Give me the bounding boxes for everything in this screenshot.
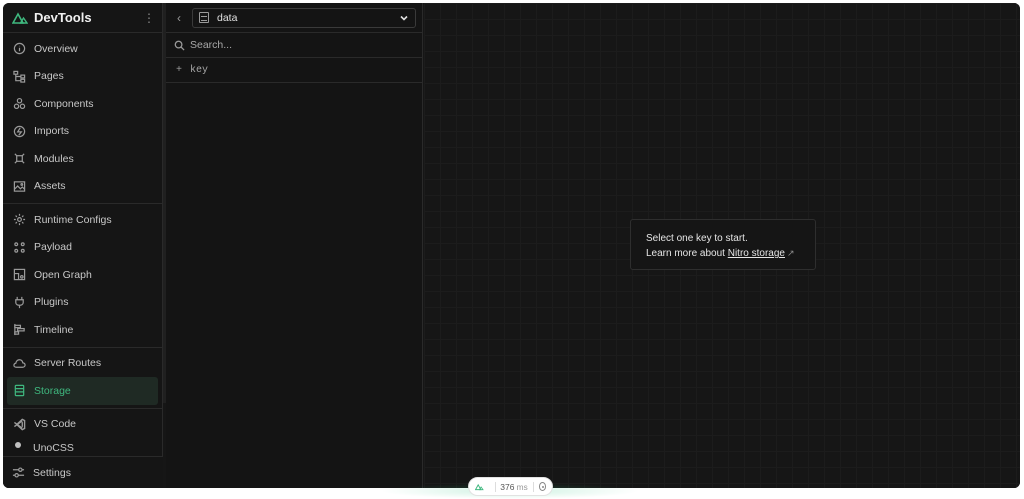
sidebar-item-pages[interactable]: Pages [3, 63, 162, 91]
storage-icon [12, 384, 26, 398]
sidebar-item-vs-code[interactable]: VS Code [3, 411, 162, 439]
empty-state-learn-more: Learn more about Nitro storage ↗ [646, 246, 800, 261]
render-time: 376 [500, 481, 515, 492]
unocss-icon [15, 442, 21, 448]
plus-icon: + [176, 64, 183, 76]
info-icon [12, 42, 26, 56]
chevron-down-icon [399, 13, 409, 23]
empty-state-card: Select one key to start. Learn more abou… [630, 219, 816, 270]
sidebar-item-settings[interactable]: Settings [3, 456, 163, 488]
add-key-button[interactable]: + key [166, 58, 422, 83]
sidebar-group: Overview Pages Components Imports Modules Ass… [3, 33, 162, 204]
sidebar-item-label: Open Graph [34, 268, 92, 281]
main-canvas: Select one key to start. Learn more abou… [424, 3, 1020, 488]
sidebar-item-overview[interactable]: Overview [3, 35, 162, 63]
plug-icon [12, 295, 26, 309]
sidebar-item-unocss[interactable]: UnoCSS [3, 438, 162, 452]
sidebar-item-timeline[interactable]: Timeline [3, 316, 162, 344]
search-input[interactable] [190, 39, 414, 51]
more-menu-icon[interactable]: ⋮ [143, 11, 155, 25]
sidebar-item-label: Pages [34, 70, 64, 83]
sidebar-item-storage[interactable]: Storage [7, 377, 158, 405]
storage-panel: ‹ data + key [166, 3, 423, 488]
sidebar-item-label: Imports [34, 125, 70, 138]
sidebar-item-label: VS Code [34, 418, 77, 431]
sidebar-item-runtime-configs[interactable]: Runtime Configs [3, 206, 162, 234]
storage-select[interactable]: data [192, 7, 416, 28]
nuxt-logo-icon [475, 483, 484, 490]
image-icon [12, 179, 26, 193]
sidebar-item-label: Storage [34, 384, 71, 397]
sidebar-item-label: Components [34, 97, 94, 110]
devtools-window: DevTools ⋮ Overview Pages Components Import… [3, 3, 1020, 488]
sidebar-item-plugins[interactable]: Plugins [3, 289, 162, 317]
components-icon [12, 97, 26, 111]
learn-more-prefix: Learn more about [646, 248, 725, 259]
sidebar-item-server-routes[interactable]: Server Routes [3, 350, 162, 378]
sidebar-item-label: Plugins [34, 296, 69, 309]
sidebar-item-imports[interactable]: Imports [3, 118, 162, 146]
cloud-icon [12, 356, 26, 370]
vscode-icon [12, 417, 26, 431]
nuxt-logo-icon [12, 11, 28, 24]
timeline-icon [12, 323, 26, 337]
sidebar-item-label: Server Routes [34, 357, 102, 370]
sidebar-item-label: Assets [34, 180, 66, 193]
sidebar-item-assets[interactable]: Assets [3, 173, 162, 201]
nitro-storage-link[interactable]: Nitro storage [728, 248, 785, 259]
divider [494, 481, 496, 492]
devtools-status-pill[interactable]: 376 ms [468, 477, 553, 496]
sidebar-nav: Overview Pages Components Imports Modules Ass… [3, 33, 162, 455]
sidebar-item-label: Runtime Configs [34, 213, 112, 226]
sidebar-group: Runtime Configs Payload Open Graph Plugins T… [3, 204, 162, 348]
sidebar-item-components[interactable]: Components [3, 90, 162, 118]
sidebar-item-modules[interactable]: Modules [3, 145, 162, 173]
open-graph-icon [12, 268, 26, 282]
payload-icon [12, 240, 26, 254]
inspect-target-icon[interactable] [538, 482, 546, 491]
sidebar-group: VS Code UnoCSS [3, 409, 162, 456]
external-link-icon: ↗ [786, 248, 795, 258]
render-time-unit: ms [516, 481, 528, 492]
sidebar-item-label: Timeline [34, 323, 74, 336]
imports-icon [12, 124, 26, 138]
divider [532, 481, 534, 492]
brand-header: DevTools ⋮ [3, 3, 162, 33]
sidebar-item-label: Payload [34, 241, 72, 254]
sidebar-item-label: UnoCSS [33, 442, 74, 452]
sidebar-item-label: Overview [34, 42, 78, 55]
storage-select-value: data [217, 11, 238, 24]
search-icon [174, 40, 185, 51]
app-title: DevTools [34, 10, 92, 25]
add-key-label: key [190, 64, 209, 76]
sidebar: DevTools ⋮ Overview Pages Components Import… [3, 3, 163, 488]
modules-icon [12, 152, 26, 166]
settings-sliders-icon [12, 466, 25, 479]
pages-tree-icon [12, 69, 26, 83]
empty-state-text: Select one key to start. [646, 233, 748, 244]
sidebar-item-label: Settings [33, 466, 71, 479]
sidebar-group: Server Routes Storage [3, 348, 162, 409]
back-chevron-icon[interactable]: ‹ [172, 11, 186, 25]
search-bar [166, 33, 422, 58]
gear-icon [12, 213, 26, 227]
sidebar-item-open-graph[interactable]: Open Graph [3, 261, 162, 289]
sidebar-item-payload[interactable]: Payload [3, 234, 162, 262]
sidebar-item-label: Modules [34, 152, 74, 165]
storage-toolbar: ‹ data [166, 3, 422, 33]
database-icon [199, 12, 209, 23]
